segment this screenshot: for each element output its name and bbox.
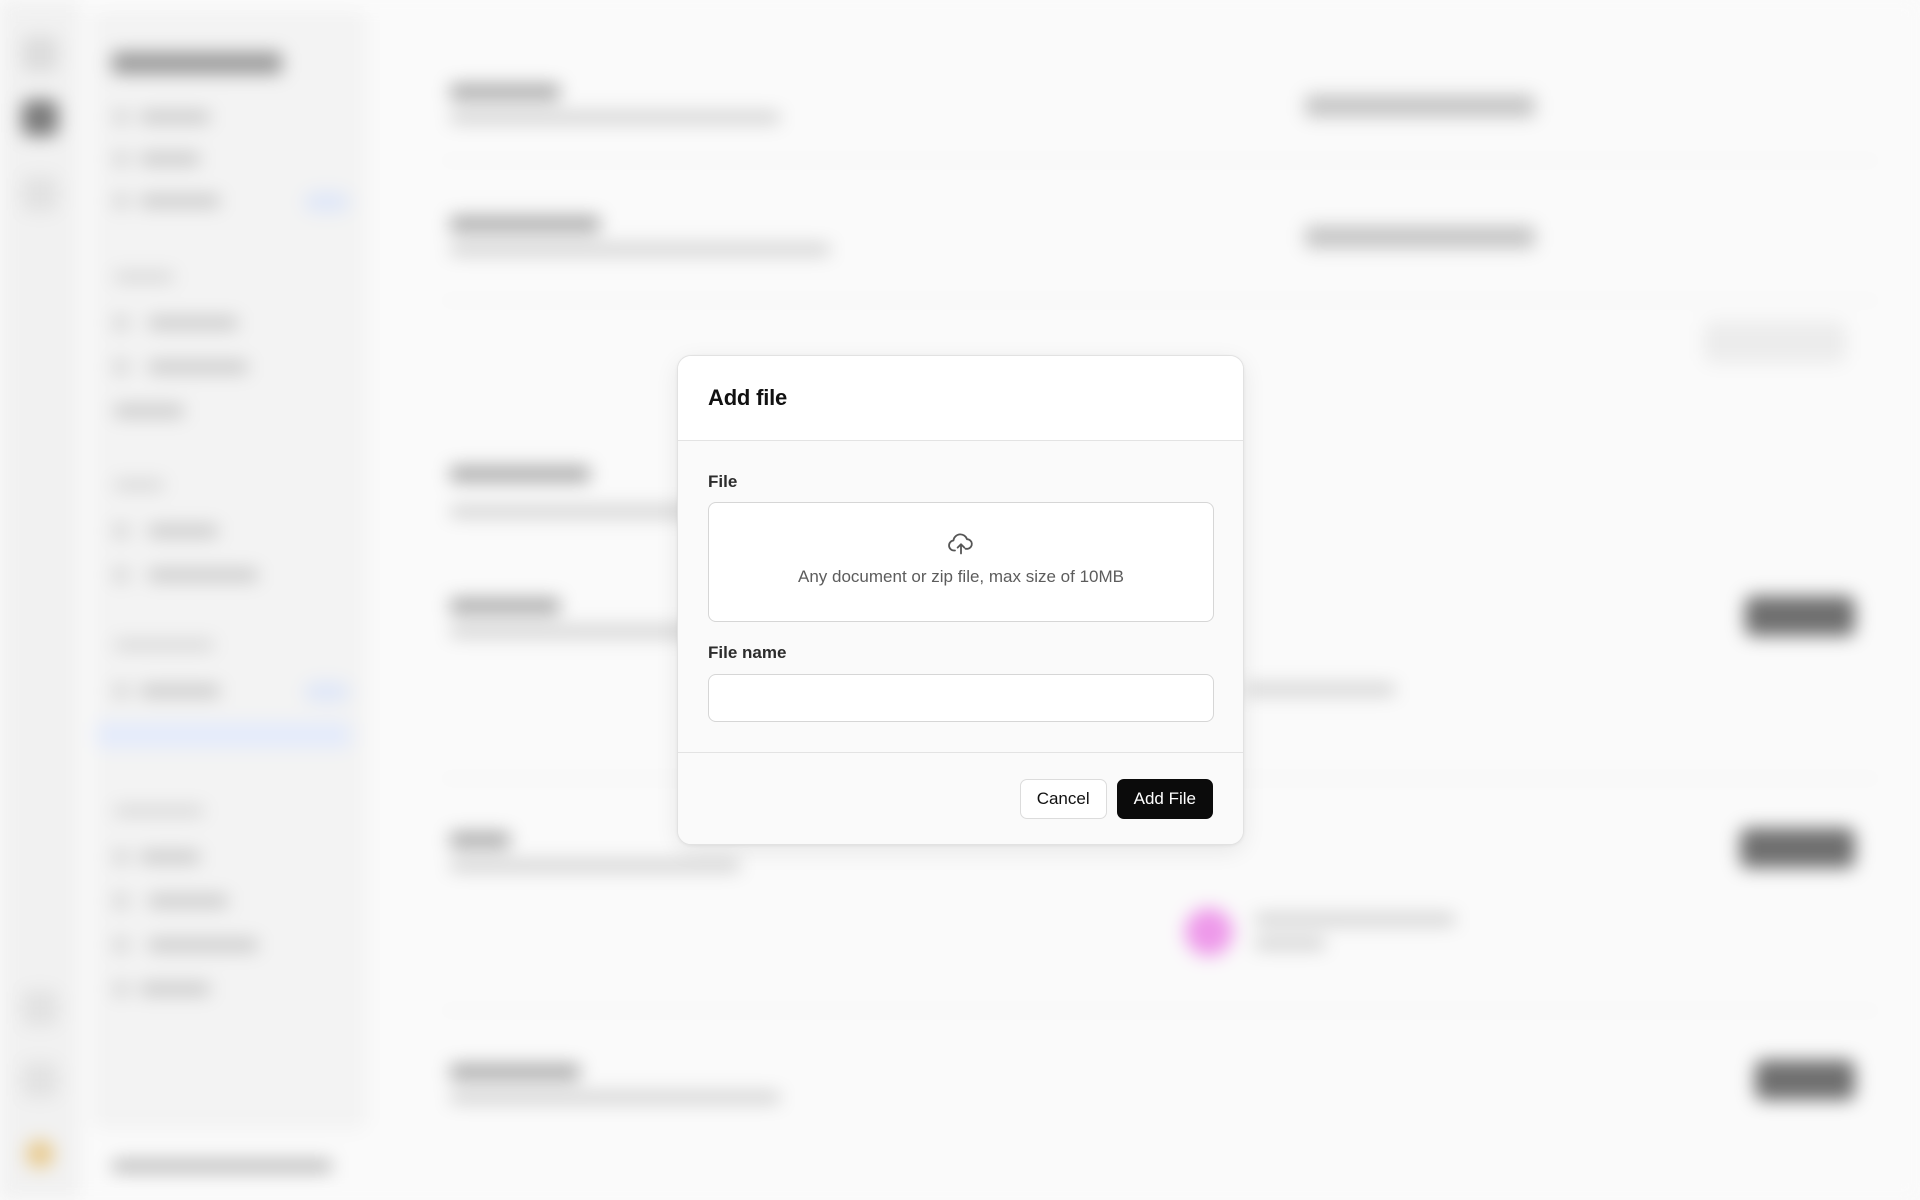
cancel-button[interactable]: Cancel (1019, 778, 1107, 819)
sidebar (92, 10, 367, 1172)
rail-home-icon (22, 100, 58, 136)
cloud-upload-icon (948, 533, 973, 555)
dropzone-hint-text: Any document or zip file, max size of 10… (798, 567, 1124, 586)
rail-logo-icon (22, 36, 58, 72)
add-file-dialog: Add file File Any document or zip file, … (677, 355, 1244, 845)
dialog-header: Add file (678, 356, 1243, 441)
dialog-body: File Any document or zip file, max size … (678, 441, 1243, 753)
rail-inbox-icon (22, 176, 58, 212)
rail-avatar (26, 1140, 54, 1168)
dialog-title: Add file (708, 385, 788, 410)
file-dropzone[interactable]: Any document or zip file, max size of 10… (708, 502, 1214, 622)
dialog-footer: Cancel Add File (678, 752, 1243, 844)
sidebar-workspace-title (112, 52, 282, 74)
file-name-input[interactable] (708, 674, 1214, 722)
rail-help-icon (22, 990, 58, 1026)
file-label: File (708, 472, 738, 491)
file-name-label: File name (708, 643, 787, 662)
icon-rail (0, 0, 80, 1200)
add-file-button[interactable]: Add File (1116, 778, 1213, 819)
rail-settings-icon (22, 1062, 58, 1098)
